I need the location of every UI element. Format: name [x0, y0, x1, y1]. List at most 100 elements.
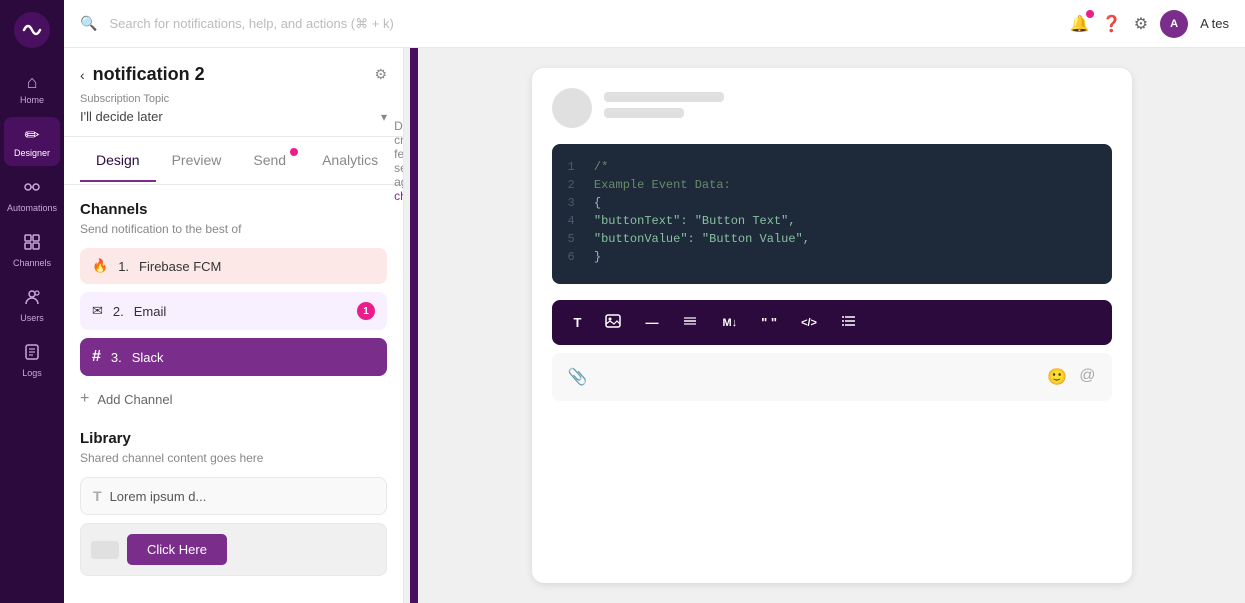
back-button[interactable]: ‹ [80, 67, 85, 83]
tab-preview[interactable]: Preview [156, 140, 238, 182]
designer-wrapper: 1 /* 2 Example Event Data: 3 { [410, 48, 1245, 603]
sidebar-item-channels[interactable]: Channels [4, 225, 60, 276]
tab-analytics[interactable]: Analytics [306, 140, 394, 182]
left-panel: ‹ notification 2 ⚙ Subscription Topic I'… [64, 48, 404, 603]
library-subtitle: Shared channel content goes here [80, 451, 387, 465]
code-line-4: 4 "buttonText": "Button Text", [568, 214, 1096, 228]
channel-label: Email [134, 304, 167, 319]
channel-label: Firebase FCM [139, 259, 221, 274]
channel-number: 1. [118, 259, 129, 274]
toolbar-list[interactable] [835, 311, 863, 334]
app-logo[interactable] [14, 12, 50, 48]
code-block: 1 /* 2 Example Event Data: 3 { [552, 144, 1112, 284]
settings-icon[interactable]: ⚙ [1134, 14, 1148, 34]
help-icon[interactable]: ❓ [1102, 14, 1122, 34]
sidebar-item-label: Automations [7, 203, 57, 213]
editor-toolbar: T — [552, 300, 1112, 345]
code-line-3: 3 { [568, 196, 1096, 210]
channel-number: 3. [111, 350, 122, 365]
notification-badge [1086, 10, 1094, 18]
name-line-2 [604, 108, 684, 118]
avatar-name: A tes [1200, 16, 1229, 31]
library-title: Library [80, 430, 387, 447]
emoji-icon[interactable]: 🙂 [1047, 367, 1067, 387]
panel-header: ‹ notification 2 ⚙ Subscription Topic I'… [64, 48, 403, 137]
toolbar-image[interactable] [599, 310, 627, 335]
tab-send[interactable]: Send [237, 140, 306, 182]
sidebar-item-logs[interactable]: Logs [4, 335, 60, 386]
sidebar-item-designer[interactable]: ✏ Designer [4, 117, 60, 166]
add-channel-button[interactable]: + Add Channel [80, 384, 387, 414]
home-icon: ⌂ [27, 72, 38, 93]
add-channel-label: Add Channel [97, 392, 172, 407]
automations-icon [23, 178, 41, 201]
code-line-1: 1 /* [568, 160, 1096, 174]
toolbar-markdown[interactable]: M↓ [716, 313, 743, 333]
message-input-area: 📎 🙂 @ [552, 353, 1112, 401]
toolbar-divider[interactable] [676, 311, 704, 334]
library-text-item[interactable]: T Lorem ipsum d... [80, 477, 387, 515]
logs-icon [23, 343, 41, 366]
sidebar-item-home[interactable]: ⌂ Home [4, 64, 60, 113]
tab-design[interactable]: Design [80, 140, 156, 182]
left-panel-scroll: Channels Send notification to the best o… [64, 185, 403, 603]
library-item-label: Lorem ipsum d... [110, 489, 207, 504]
send-badge [290, 148, 298, 156]
notifications-icon[interactable]: 🔔 [1070, 14, 1090, 34]
email-error-badge: 1 [357, 302, 375, 320]
header-actions: 🔔 ❓ ⚙ A A tes [1070, 10, 1229, 38]
message-name-lines [604, 92, 1112, 124]
main-content: 🔍 Search for notifications, help, and ac… [64, 0, 1245, 603]
search-box[interactable]: Search for notifications, help, and acti… [109, 16, 1057, 32]
plus-icon: + [80, 390, 89, 408]
users-icon [23, 288, 41, 311]
designer-icon: ✏ [24, 125, 39, 146]
toolbar-quote[interactable]: " " [755, 311, 783, 334]
toolbar-code[interactable]: </> [795, 313, 823, 333]
panel-settings-icon[interactable]: ⚙ [374, 66, 387, 83]
designer-border [410, 48, 418, 603]
sidebar-item-users[interactable]: Users [4, 280, 60, 331]
toolbar-link[interactable]: — [639, 311, 664, 334]
channels-section: Channels Send notification to the best o… [80, 201, 387, 414]
body-area: ‹ notification 2 ⚙ Subscription Topic I'… [64, 48, 1245, 603]
code-line-5: 5 "buttonValue": "Button Value", [568, 232, 1096, 246]
firebase-icon: 🔥 [92, 258, 108, 274]
sidebar-item-label: Designer [14, 148, 50, 158]
channel-firebase[interactable]: 🔥 1. Firebase FCM [80, 248, 387, 284]
library-button-item[interactable]: Click Here [80, 523, 387, 576]
attachment-icon[interactable]: 📎 [568, 367, 588, 387]
click-here-button[interactable]: Click Here [127, 534, 227, 565]
channel-email[interactable]: ✉ 2. Email 1 [80, 292, 387, 330]
nav-sidebar: ⌂ Home ✏ Designer Automations Channels [0, 0, 64, 603]
channel-label: Slack [132, 350, 164, 365]
text-icon: T [93, 488, 102, 504]
channels-title: Channels [80, 201, 387, 218]
avatar[interactable]: A [1160, 10, 1188, 38]
channel-number: 2. [113, 304, 124, 319]
search-placeholder: Search for notifications, help, and acti… [109, 16, 393, 32]
email-icon: ✉ [92, 303, 103, 319]
sidebar-item-label: Channels [13, 258, 51, 268]
tabs-bar: Design Preview Send Analytics Draft crea… [64, 137, 403, 185]
message-header [552, 88, 1112, 128]
channels-subtitle: Send notification to the best of [80, 222, 387, 236]
sidebar-item-automations[interactable]: Automations [4, 170, 60, 221]
name-line-1 [604, 92, 724, 102]
message-avatar [552, 88, 592, 128]
designer-area: 1 /* 2 Example Event Data: 3 { [418, 48, 1245, 603]
subscription-dropdown[interactable]: ▾ [381, 110, 387, 124]
mention-icon[interactable]: @ [1079, 367, 1095, 387]
top-header: 🔍 Search for notifications, help, and ac… [64, 0, 1245, 48]
channels-icon [23, 233, 41, 256]
toolbar-text[interactable]: T [568, 311, 588, 334]
notification-title: notification 2 [93, 64, 205, 85]
sidebar-item-label: Logs [22, 368, 42, 378]
slack-icon: # [92, 348, 101, 366]
message-preview: 1 /* 2 Example Event Data: 3 { [532, 68, 1132, 583]
channel-slack[interactable]: # 3. Slack [80, 338, 387, 376]
subscription-label: Subscription Topic [80, 93, 387, 105]
sidebar-item-label: Users [20, 313, 44, 323]
search-icon: 🔍 [80, 15, 97, 32]
library-section: Library Shared channel content goes here… [80, 430, 387, 576]
